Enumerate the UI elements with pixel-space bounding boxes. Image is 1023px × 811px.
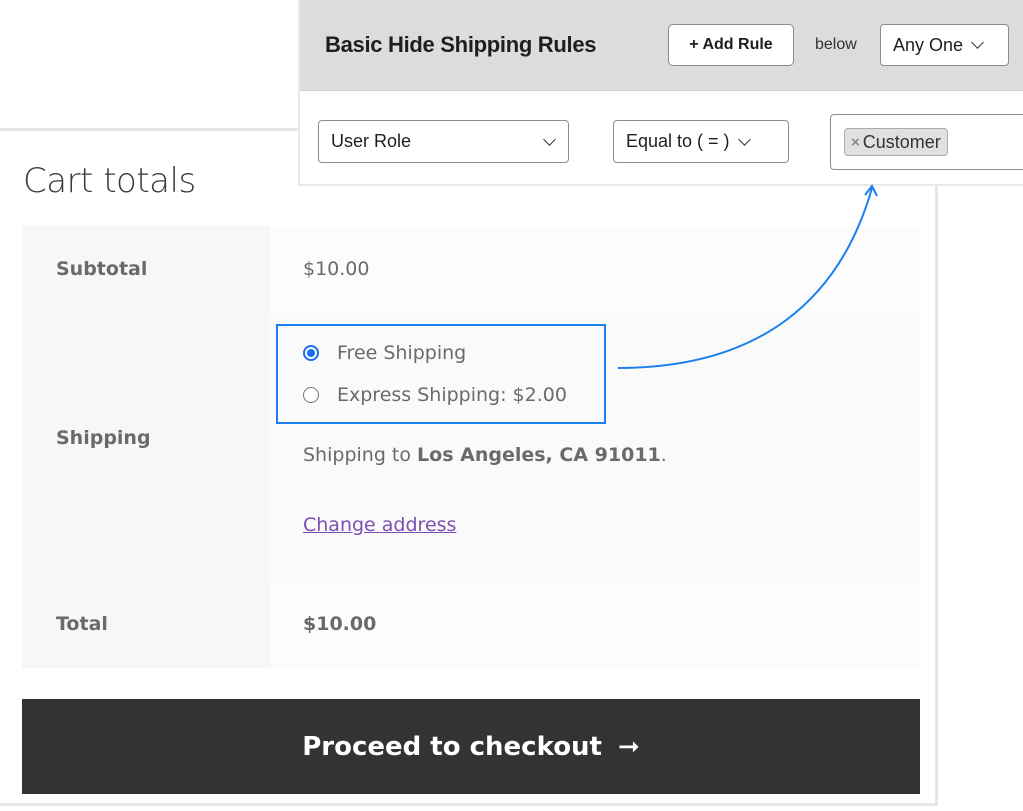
- shipping-destination: Shipping to Los Angeles, CA 91011.: [303, 444, 667, 466]
- radio-unselected-icon[interactable]: [303, 387, 319, 403]
- condition-operator-select[interactable]: Equal to ( = ): [613, 120, 789, 163]
- shipping-destination-address: Los Angeles, CA 91011: [417, 444, 661, 466]
- subtotal-value: $10.00: [270, 226, 920, 311]
- checkout-label: Proceed to checkout: [302, 731, 602, 762]
- arrow-right-icon: ➞: [618, 731, 640, 762]
- rules-header: Basic Hide Shipping Rules + Add Rule bel…: [300, 0, 1023, 91]
- cart-totals-table: Subtotal $10.00 Shipping Free Shipping E…: [22, 226, 920, 668]
- total-value: $10.00: [270, 583, 920, 668]
- shipping-option-label: Express Shipping: $2.00: [337, 384, 567, 406]
- shipping-destination-suffix: .: [660, 444, 667, 466]
- condition-field-value: User Role: [331, 131, 412, 151]
- total-label: Total: [22, 583, 270, 668]
- shipping-label: Shipping: [22, 311, 270, 583]
- condition-value-tag-input[interactable]: × Customer: [830, 114, 1023, 170]
- subtotal-row: Subtotal $10.00: [22, 226, 920, 311]
- shipping-option-free[interactable]: Free Shipping: [303, 342, 466, 364]
- chevron-down-icon: [971, 36, 984, 49]
- tag-customer: × Customer: [844, 128, 948, 156]
- below-label: below: [815, 36, 857, 53]
- change-address-link[interactable]: Change address: [303, 514, 456, 536]
- chevron-down-icon: [737, 132, 751, 146]
- condition-operator-value: Equal to ( = ): [626, 131, 730, 151]
- hide-shipping-rules-panel: Basic Hide Shipping Rules + Add Rule bel…: [298, 0, 1023, 186]
- shipping-cell: Free Shipping Express Shipping: $2.00 Sh…: [270, 311, 920, 583]
- shipping-options-highlight: Free Shipping Express Shipping: $2.00: [276, 324, 606, 424]
- shipping-row: Shipping Free Shipping Express Shipping:…: [22, 311, 920, 583]
- add-rule-button[interactable]: + Add Rule: [668, 24, 794, 66]
- shipping-option-express[interactable]: Express Shipping: $2.00: [303, 384, 567, 406]
- tag-label: Customer: [862, 131, 941, 152]
- remove-tag-icon[interactable]: ×: [851, 134, 860, 151]
- match-type-value: Any One: [893, 34, 964, 55]
- shipping-option-label: Free Shipping: [337, 342, 467, 364]
- shipping-destination-prefix: Shipping to: [303, 444, 418, 466]
- total-row: Total $10.00: [22, 583, 920, 668]
- chevron-down-icon: [543, 132, 556, 146]
- condition-field-select[interactable]: User Role: [318, 120, 569, 163]
- match-type-select[interactable]: Any One: [880, 24, 1009, 66]
- rules-title: Basic Hide Shipping Rules: [325, 32, 597, 57]
- proceed-to-checkout-button[interactable]: Proceed to checkout ➞: [22, 699, 920, 794]
- cart-totals-title: Cart totals: [23, 161, 196, 201]
- subtotal-label: Subtotal: [22, 226, 270, 311]
- cart-totals-panel: Cart totals Subtotal $10.00 Shipping Fre…: [0, 128, 938, 806]
- radio-selected-icon[interactable]: [303, 345, 319, 361]
